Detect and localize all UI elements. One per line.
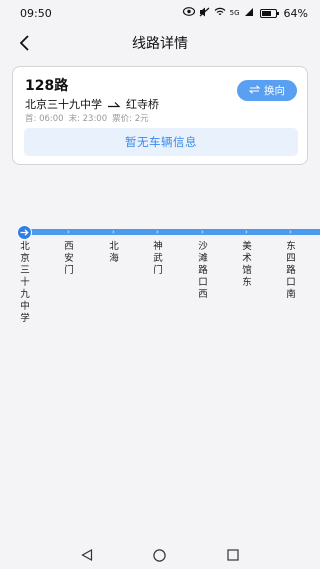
- route-direction: 北京三十九中学 红寺桥: [25, 96, 159, 112]
- stop-item[interactable]: 美术馆东: [241, 241, 253, 289]
- chevron-right-icon: ›: [156, 228, 159, 236]
- nav-back-icon[interactable]: [75, 543, 99, 567]
- stop-item[interactable]: 东四路口南: [285, 241, 297, 301]
- stop-item[interactable]: 西安门: [63, 241, 75, 277]
- route-info: 首: 06:00 末: 23:00 票价: 2元: [25, 112, 149, 124]
- route-name: 128路: [25, 78, 69, 94]
- status-icons: 5G 64%: [182, 6, 308, 20]
- stop-item[interactable]: 北海: [108, 241, 120, 265]
- chevron-right-icon: ›: [112, 228, 115, 236]
- battery-icon: [259, 8, 279, 18]
- route-from: 北京三十九中学: [25, 98, 102, 111]
- stop-item[interactable]: 神武门: [152, 241, 164, 277]
- nav-recents-icon[interactable]: [221, 543, 245, 567]
- wifi-icon: [214, 7, 226, 20]
- chevron-right-icon: ›: [201, 228, 204, 236]
- header: 线路详情: [0, 26, 320, 60]
- first-bus-time: 首: 06:00: [25, 114, 64, 124]
- back-icon[interactable]: [12, 31, 36, 55]
- battery-percent: 64%: [283, 6, 308, 20]
- stop-item[interactable]: 北京三十九中学: [19, 241, 31, 325]
- status-bar: 09:50 5G 64%: [0, 0, 320, 26]
- nav-home-icon[interactable]: [148, 543, 172, 567]
- no-vehicle-info: 暂无车辆信息: [24, 128, 298, 156]
- chevron-right-icon: ›: [289, 228, 292, 236]
- system-nav-bar: [0, 541, 320, 569]
- chevron-right-icon: ›: [67, 228, 70, 236]
- chevron-right-icon: ›: [245, 228, 248, 236]
- route-card: 128路 北京三十九中学 红寺桥 首: 06:00 末: 23:00 票价: 2…: [12, 66, 308, 165]
- switch-direction-button[interactable]: 换向: [237, 80, 297, 101]
- signal-icon: [244, 7, 254, 20]
- route-line[interactable]: [18, 229, 320, 235]
- status-time: 09:50: [20, 6, 52, 20]
- page-title: 线路详情: [132, 36, 188, 52]
- start-stop-marker: [17, 225, 32, 240]
- last-bus-time: 末: 23:00: [68, 114, 108, 124]
- route-to: 红寺桥: [126, 98, 159, 111]
- eye-icon: [182, 7, 195, 19]
- switch-direction-label: 换向: [264, 85, 285, 97]
- fare: 票价: 2元: [112, 114, 149, 124]
- mute-icon: [199, 7, 210, 20]
- swap-icon: [248, 84, 261, 97]
- arrow-right-icon: [107, 98, 121, 111]
- network-type: 5G: [229, 9, 240, 17]
- stop-item[interactable]: 沙滩路口西: [197, 241, 209, 301]
